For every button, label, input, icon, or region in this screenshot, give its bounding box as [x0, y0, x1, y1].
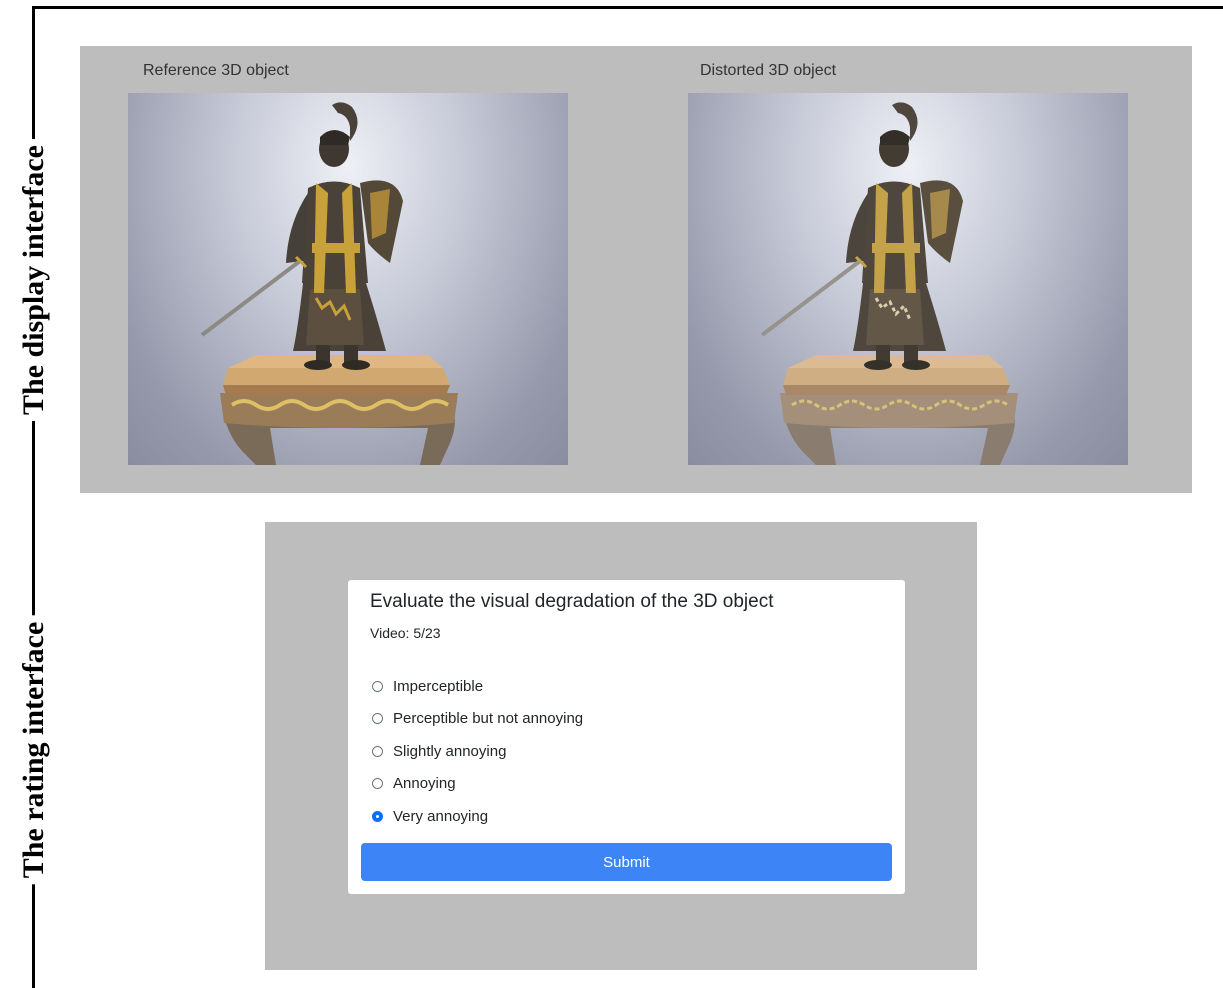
option-label: Annoying [393, 775, 456, 793]
rating-interface-label: The rating interface [16, 615, 52, 885]
option-very-annoying[interactable]: Very annoying [372, 800, 583, 833]
reference-3d-view[interactable] [128, 93, 568, 465]
radio-annoying[interactable] [372, 778, 383, 790]
bracket-top-line [32, 6, 1223, 9]
option-label: Very annoying [393, 807, 489, 825]
distorted-3d-view[interactable] [688, 93, 1128, 465]
distorted-caption: Distorted 3D object [700, 62, 837, 79]
video-progress: Video: 5/23 [370, 625, 441, 641]
radio-imperceptible[interactable] [372, 680, 383, 692]
distorted-statue-render [760, 102, 1018, 465]
option-slightly-annoying[interactable]: Slightly annoying [372, 735, 583, 768]
rating-options: Imperceptible Perceptible but not annoyi… [372, 670, 583, 833]
display-panel: Reference 3D object Distorted 3D object [80, 46, 1192, 493]
rating-card: Evaluate the visual degradation of the 3… [348, 580, 905, 894]
radio-slightly-annoying[interactable] [372, 745, 383, 757]
option-perceptible-not-annoying[interactable]: Perceptible but not annoying [372, 703, 583, 736]
rating-title: Evaluate the visual degradation of the 3… [370, 591, 774, 612]
display-interface-label: The display interface [16, 139, 52, 421]
reference-statue-render [200, 102, 458, 465]
submit-button[interactable]: Submit [361, 843, 892, 881]
option-annoying[interactable]: Annoying [372, 768, 583, 801]
option-label: Perceptible but not annoying [393, 710, 584, 728]
option-label: Imperceptible [393, 677, 484, 695]
reference-caption: Reference 3D object [143, 62, 289, 79]
radio-perceptible-not-annoying[interactable] [372, 713, 383, 725]
rating-panel: Evaluate the visual degradation of the 3… [265, 522, 977, 970]
radio-very-annoying[interactable] [372, 810, 383, 822]
option-imperceptible[interactable]: Imperceptible [372, 670, 583, 703]
option-label: Slightly annoying [393, 742, 507, 760]
